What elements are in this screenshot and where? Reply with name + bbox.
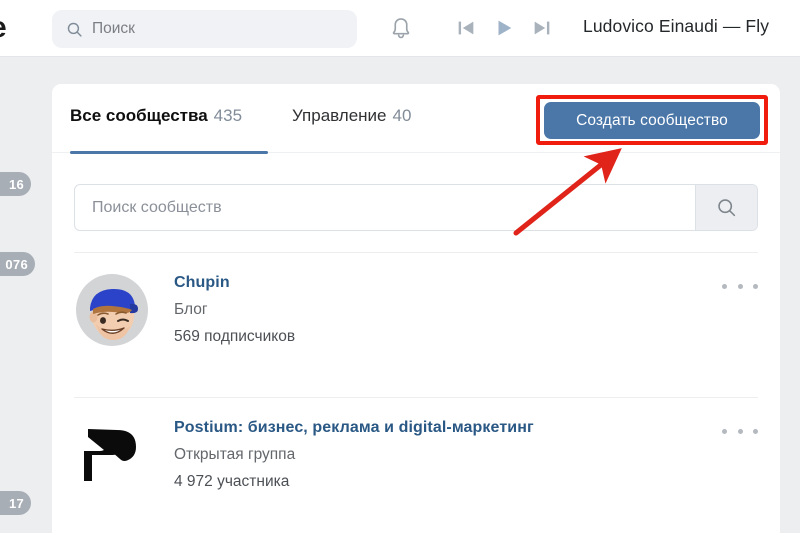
list-item-divider xyxy=(74,397,758,398)
community-title[interactable]: Postium: бизнес, реклама и digital-марке… xyxy=(174,419,534,437)
tab-bar: Все сообщества 435 Управление 40 Создать с… xyxy=(52,84,780,154)
tab-all-communities-label: Все сообщества xyxy=(70,106,208,125)
more-horizontal-icon[interactable] xyxy=(722,278,758,294)
more-horizontal-icon[interactable] xyxy=(722,423,758,439)
community-search-button[interactable] xyxy=(695,185,757,230)
active-tab-indicator xyxy=(70,151,268,154)
create-community-button[interactable]: Создать сообщество xyxy=(544,102,760,139)
community-member-count: 569 подписчиков xyxy=(174,328,296,345)
tab-all-communities-count: 435 xyxy=(213,106,243,125)
app-window: e Поиск Ludovico Einaud xyxy=(0,0,800,533)
bell-icon[interactable] xyxy=(388,15,414,42)
avatar[interactable] xyxy=(76,274,148,346)
skip-previous-icon[interactable] xyxy=(455,17,477,39)
list-item-divider xyxy=(74,252,758,253)
skip-next-icon[interactable] xyxy=(531,17,553,39)
rail-badge-1: 16 xyxy=(0,172,31,196)
communities-list: Chupin Блог 569 подписчиков Postium: биз… xyxy=(52,252,780,533)
tab-all-communities[interactable]: Все сообщества 435 xyxy=(70,106,242,126)
memoji-avatar-icon xyxy=(89,288,138,340)
community-subtitle: Открытая группа xyxy=(174,446,296,463)
play-icon[interactable] xyxy=(493,17,515,39)
top-header: e Поиск Ludovico Einaud xyxy=(0,0,800,57)
left-rail: 16 076 17 xyxy=(0,57,35,533)
search-icon xyxy=(67,22,82,37)
list-item[interactable]: Postium: бизнес, реклама и digital-марке… xyxy=(52,397,780,533)
now-playing-label: Ludovico Einaudi — Fly xyxy=(583,16,770,36)
search-icon xyxy=(718,199,736,217)
global-search-box[interactable]: Поиск xyxy=(52,10,357,48)
brand-logo-fragment[interactable]: e xyxy=(0,13,7,43)
community-search-input[interactable] xyxy=(75,185,695,230)
community-search-box[interactable] xyxy=(74,184,758,231)
tab-management-label: Управление xyxy=(292,106,387,125)
list-item[interactable]: Chupin Блог 569 подписчиков xyxy=(52,252,780,397)
audio-player-controls xyxy=(455,17,553,39)
rail-badge-3: 17 xyxy=(0,491,31,515)
tab-management[interactable]: Управление 40 xyxy=(292,106,411,126)
community-title[interactable]: Chupin xyxy=(174,274,230,292)
communities-card: Все сообщества 435 Управление 40 Создать с… xyxy=(52,84,780,533)
community-subtitle: Блог xyxy=(174,301,208,318)
rail-badge-2: 076 xyxy=(0,252,35,276)
global-search-placeholder: Поиск xyxy=(92,20,135,37)
community-member-count: 4 972 участника xyxy=(174,473,290,490)
tab-management-count: 40 xyxy=(392,106,412,125)
avatar[interactable] xyxy=(76,419,148,491)
postium-p-logo-icon xyxy=(84,429,136,481)
